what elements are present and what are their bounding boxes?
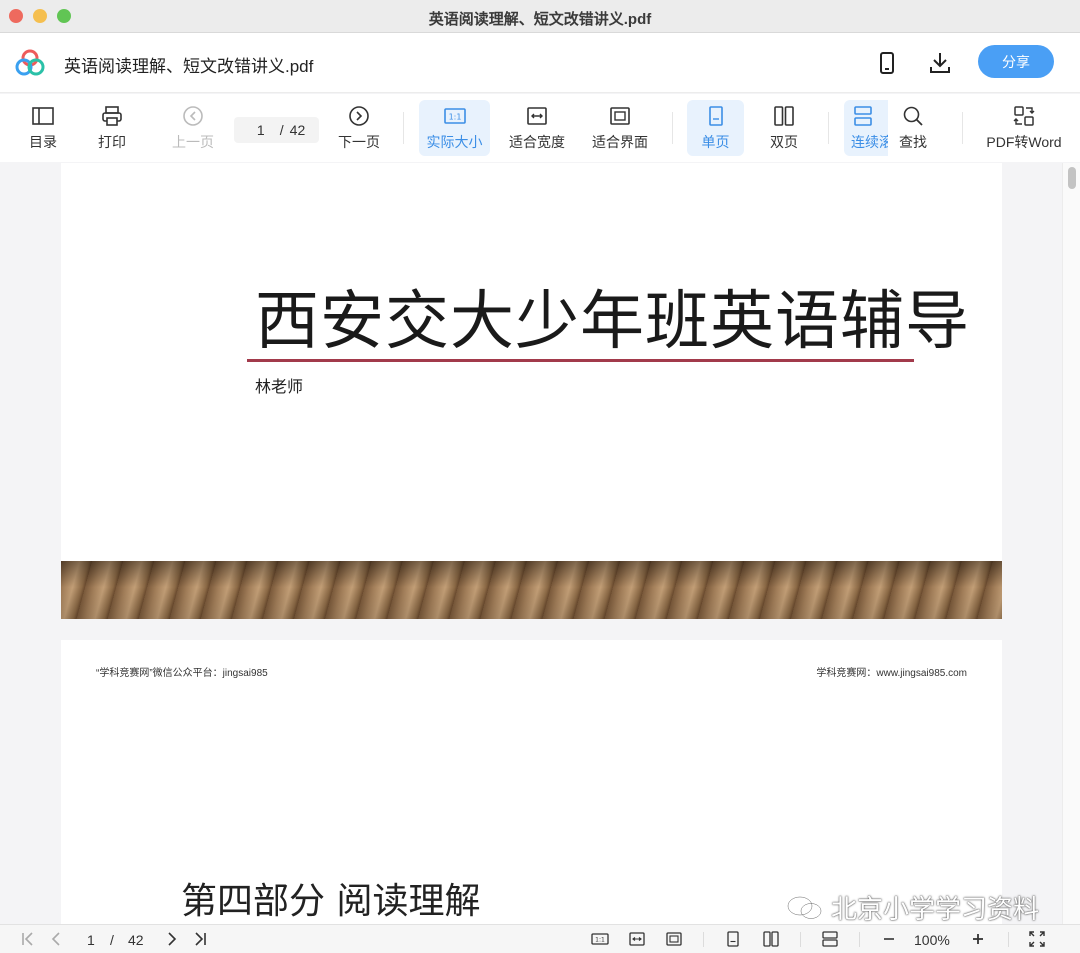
status-page-total: 42	[128, 932, 144, 948]
wood-floor-shading	[61, 561, 1002, 619]
find-label: 查找	[899, 134, 927, 150]
download-icon[interactable]	[927, 50, 953, 76]
page-number-box: / 42	[234, 117, 319, 143]
status-divider	[1008, 932, 1009, 947]
fit-width-button[interactable]: 适合宽度	[503, 100, 571, 156]
last-page-icon[interactable]	[191, 930, 209, 948]
status-divider	[800, 932, 801, 947]
status-divider	[859, 932, 860, 947]
fit-width-icon[interactable]	[628, 930, 646, 948]
fit-window-button[interactable]: 适合界面	[586, 100, 654, 156]
toolbar-divider	[828, 112, 829, 144]
baidu-netdisk-logo-icon	[15, 49, 45, 76]
search-icon	[903, 106, 923, 126]
status-divider	[703, 932, 704, 947]
zoom-out-icon[interactable]	[880, 930, 898, 948]
single-page-button[interactable]: 单页	[687, 100, 744, 156]
continuous-scroll-button[interactable]: 连续滚	[844, 100, 888, 156]
sidebar-toc-icon	[32, 107, 54, 125]
prev-page-button[interactable]: 上一页	[168, 100, 218, 156]
title-underline	[247, 359, 914, 362]
circle-chevron-left-icon	[183, 106, 203, 126]
document-viewer[interactable]: 西安交大少年班英语辅导 林老师 “学科竞赛网”微信公众平台：jingsai985…	[0, 163, 1080, 924]
toolbar: 目录 打印 上一页 / 42 下一页 1:1 实际大小 适合宽度	[0, 94, 1080, 162]
toolbar-divider	[962, 112, 963, 144]
page-total: 42	[289, 122, 306, 138]
actual-size-icon[interactable]: 1:1	[591, 930, 609, 948]
slide-title: 西安交大少年班英语辅导	[255, 285, 970, 359]
printer-icon	[102, 106, 122, 126]
toc-label: 目录	[29, 134, 57, 150]
page-number-input[interactable]	[247, 122, 274, 138]
next-page-button[interactable]: 下一页	[334, 100, 384, 156]
next-page-icon[interactable]	[162, 930, 180, 948]
status-bar: 1 / 42 1:1 100%	[0, 924, 1080, 953]
fullscreen-icon[interactable]	[1028, 930, 1046, 948]
circle-chevron-right-icon	[349, 106, 369, 126]
toolbar-divider	[403, 112, 404, 144]
double-page-icon[interactable]	[762, 930, 780, 948]
next-page-label: 下一页	[338, 134, 380, 150]
pdf-to-word-label: PDF转Word	[986, 134, 1062, 150]
fit-window-label: 适合界面	[592, 134, 648, 150]
continuous-scroll-icon	[854, 106, 872, 126]
print-label: 打印	[98, 134, 126, 150]
single-page-icon	[708, 106, 723, 126]
title-bar: 英语阅读理解、短文改错讲义.pdf	[0, 0, 1080, 33]
page-header-left: “学科竞赛网”微信公众平台：jingsai985	[96, 668, 268, 679]
fit-width-icon	[527, 107, 547, 125]
scrollbar-thumb[interactable]	[1068, 167, 1076, 189]
app-window: 英语阅读理解、短文改错讲义.pdf 英语阅读理解、短文改错讲义.pdf 分享 目…	[0, 0, 1080, 953]
page-header-right: 学科竞赛网：www.jingsai985.com	[816, 668, 967, 679]
toolbar-divider	[672, 112, 673, 144]
section-title: 第四部分 阅读理解	[181, 881, 481, 922]
continuous-scroll-icon[interactable]	[821, 930, 839, 948]
toc-button[interactable]: 目录	[22, 100, 64, 156]
print-button[interactable]: 打印	[90, 100, 134, 156]
double-page-icon	[774, 106, 794, 126]
vertical-scrollbar[interactable]	[1062, 163, 1080, 924]
pdf-page-1: 西安交大少年班英语辅导 林老师	[61, 163, 1002, 619]
app-header: 英语阅读理解、短文改错讲义.pdf 分享	[0, 33, 1080, 93]
zoom-in-icon[interactable]	[969, 930, 987, 948]
window-title: 英语阅读理解、短文改错讲义.pdf	[428, 11, 652, 28]
double-page-label: 双页	[770, 134, 798, 150]
wechat-watermark: 北京小学学习资料	[785, 889, 1039, 924]
prev-page-label: 上一页	[172, 134, 214, 150]
fit-window-icon[interactable]	[665, 930, 683, 948]
first-page-icon[interactable]	[19, 930, 37, 948]
watermark-text: 北京小学学习资料	[831, 894, 1040, 924]
zoom-level: 100%	[914, 932, 950, 948]
continuous-scroll-label: 连续滚	[851, 134, 888, 150]
actual-size-button[interactable]: 1:1 实际大小	[419, 100, 490, 156]
document-title: 英语阅读理解、短文改错讲义.pdf	[64, 57, 314, 76]
status-page-separator: /	[110, 932, 114, 948]
convert-icon	[1013, 106, 1035, 126]
slide-author: 林老师	[255, 379, 304, 396]
single-page-label: 单页	[701, 134, 730, 150]
actual-size-label: 实际大小	[426, 134, 483, 150]
mobile-phone-icon[interactable]	[874, 50, 900, 76]
actual-size-icon: 1:1	[443, 108, 466, 124]
fit-window-icon	[610, 107, 630, 125]
fit-width-label: 适合宽度	[509, 134, 565, 150]
svg-text:1:1: 1:1	[448, 113, 461, 122]
share-button[interactable]: 分享	[978, 45, 1054, 78]
status-page-current[interactable]: 1	[87, 932, 95, 948]
svg-text:1:1: 1:1	[595, 937, 605, 944]
double-page-button[interactable]: 双页	[758, 100, 810, 156]
wechat-icon	[786, 895, 823, 920]
pdf-page-2: “学科竞赛网”微信公众平台：jingsai985 学科竞赛网：www.jings…	[61, 640, 1002, 924]
prev-page-icon[interactable]	[48, 930, 66, 948]
pdf-to-word-button[interactable]: PDF转Word	[982, 100, 1066, 156]
page-separator: /	[279, 122, 284, 138]
single-page-icon[interactable]	[724, 930, 742, 948]
find-button[interactable]: 查找	[890, 100, 936, 156]
